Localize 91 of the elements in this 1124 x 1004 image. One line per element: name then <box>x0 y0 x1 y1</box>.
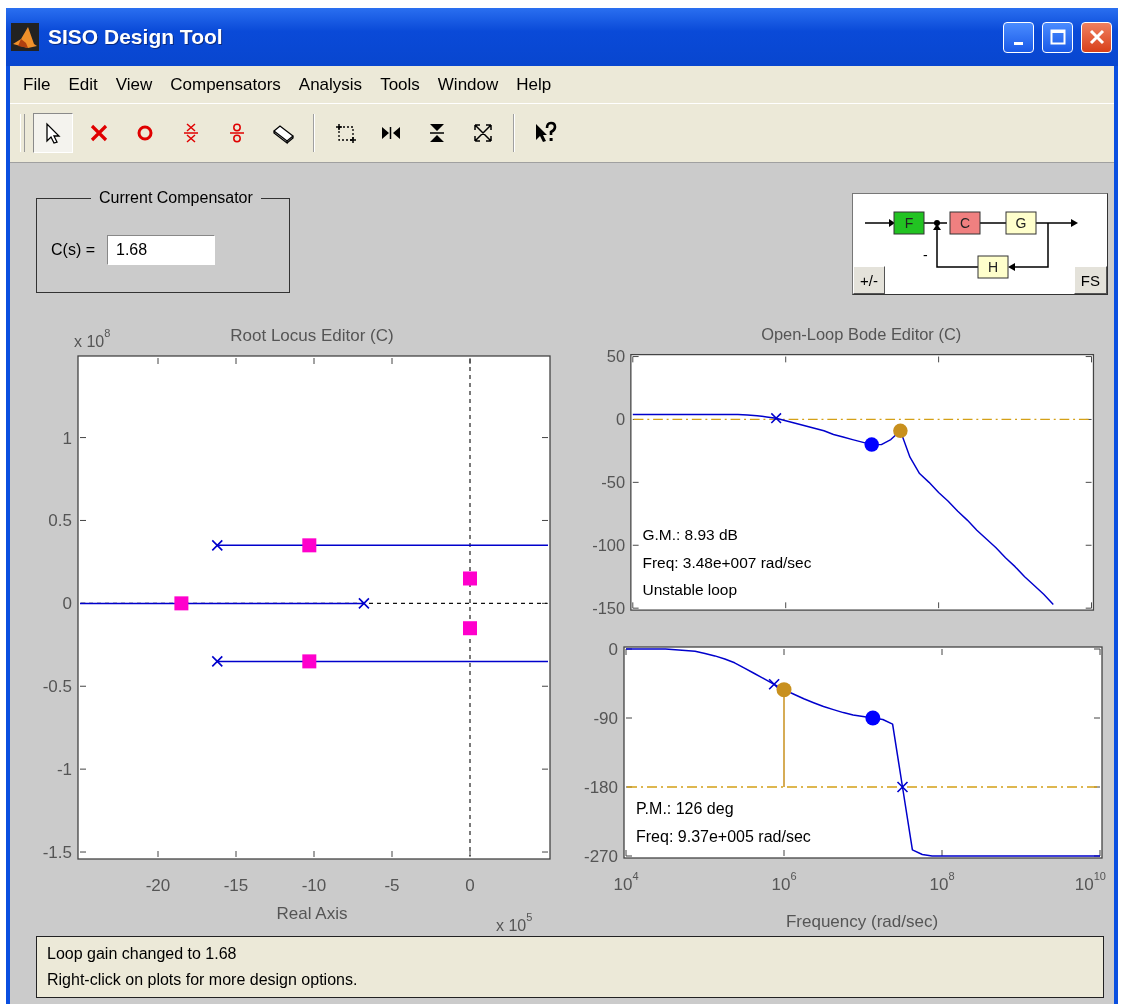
menu-item[interactable]: File <box>14 71 60 98</box>
help-pointer-icon <box>533 121 557 145</box>
menu-item[interactable]: View <box>106 71 162 98</box>
axis-tick-label: -20 <box>145 876 171 895</box>
cross-marker[interactable] <box>770 412 782 424</box>
fs-button[interactable]: FS <box>1073 266 1107 294</box>
menu-item[interactable]: Analysis <box>289 71 372 98</box>
signal-arrow <box>864 219 895 227</box>
cross-marker[interactable] <box>768 678 780 691</box>
square-marker[interactable] <box>463 621 477 636</box>
axis-tick-label: 0 <box>608 640 618 659</box>
menu-item[interactable]: Tools <box>371 71 429 98</box>
margin-text: G.M.: 8.93 dB <box>642 526 738 544</box>
dot-marker[interactable] <box>865 710 881 726</box>
locus-line[interactable] <box>216 544 549 547</box>
menu-item[interactable]: Edit <box>59 71 107 98</box>
axis-tick-label: 10$^{6}$ <box>771 870 797 894</box>
menu-item[interactable]: Help <box>507 71 561 98</box>
axis-tick-label: 1 <box>62 428 72 448</box>
axis-tick-label: 10$^{8}$ <box>929 870 955 894</box>
cross-marker[interactable] <box>211 655 224 668</box>
plot-title: Open-Loop Bode Editor (C) <box>761 325 962 344</box>
field-label: C(s) = <box>51 240 95 259</box>
app-icon <box>10 22 40 52</box>
zoom-box-icon <box>333 121 357 145</box>
stem-marker[interactable] <box>776 682 792 788</box>
window-title: SISO Design Tool <box>48 25 224 49</box>
magnitude-curve[interactable] <box>632 413 1054 606</box>
axis-tick-label: -100 <box>592 536 626 555</box>
axis-tick-label: 10$^{10}$ <box>1074 870 1106 894</box>
locus-line[interactable] <box>216 660 549 663</box>
plot-area[interactable] <box>630 354 1095 611</box>
minimize-button[interactable] <box>1003 21 1034 53</box>
expand-arrows-icon <box>471 121 495 145</box>
close-button[interactable] <box>1081 21 1112 53</box>
signal-arrow <box>1035 219 1078 227</box>
axis-tick-label: 0 <box>615 410 626 429</box>
block[interactable]: F <box>893 211 925 235</box>
group-title: Current Compensator <box>98 189 254 207</box>
block[interactable]: C <box>949 211 981 235</box>
block[interactable]: H <box>977 255 1009 279</box>
summing-junction <box>934 220 940 226</box>
axis-label: Real Axis <box>276 904 348 923</box>
axis-tick-label: -150 <box>592 598 626 617</box>
square-marker[interactable] <box>302 538 317 553</box>
menu-item[interactable]: Window <box>428 71 508 98</box>
margin-text: Freq: 3.48e+007 rad/sec <box>642 553 812 571</box>
plot-title: Root Locus Editor (C) <box>230 326 394 345</box>
minimize-icon <box>1014 41 1023 45</box>
square-marker[interactable] <box>174 596 189 611</box>
status-message: Loop gain changed to 1.68 <box>47 944 238 964</box>
dot-marker[interactable] <box>864 437 879 452</box>
axis-tick-label: -1.5 <box>42 843 72 863</box>
axis-tick-label: -180 <box>583 778 618 797</box>
square-marker[interactable] <box>463 571 477 586</box>
sign-toggle-button[interactable]: +/- <box>853 266 885 294</box>
axis-multiplier: x 10$^{5}$ <box>496 911 533 934</box>
axis-tick-label: -50 <box>601 473 626 492</box>
axis-tick-label: -0.5 <box>42 677 72 697</box>
cross-marker[interactable] <box>896 781 909 793</box>
cross-marker[interactable] <box>211 539 224 552</box>
plot-area[interactable] <box>77 355 551 860</box>
margin-text: Freq: 9.37e+005 rad/sec <box>636 828 811 845</box>
axis-tick-label: -270 <box>583 847 618 866</box>
status-message: Right-click on plots for more design options. <box>47 970 359 990</box>
gain-field[interactable]: 1.68 <box>107 234 215 265</box>
axis-tick-label: 0 <box>465 876 475 895</box>
axis-tick-label: -15 <box>223 876 249 895</box>
sign-label: - <box>923 247 928 263</box>
axis-tick-label: -1 <box>56 760 72 780</box>
toolbar-button[interactable] <box>33 113 73 153</box>
block[interactable]: G <box>1005 211 1037 235</box>
close-icon <box>1088 29 1105 45</box>
cross-marker[interactable] <box>358 597 370 610</box>
axis-tick-label: 0 <box>62 594 72 614</box>
menu-item[interactable]: Compensators <box>161 71 290 98</box>
axis-tick-label: -10 <box>301 876 327 895</box>
locus-line[interactable] <box>79 602 365 605</box>
axis-tick-label: -5 <box>384 876 400 895</box>
margin-text: Unstable loop <box>642 580 738 598</box>
margin-text: P.M.: 126 deg <box>636 800 734 817</box>
dot-marker[interactable] <box>893 423 908 439</box>
axis-tick-label: 10$^{4}$ <box>613 870 639 894</box>
square-marker[interactable] <box>302 654 317 669</box>
axis-tick-label: 50 <box>606 347 626 366</box>
maximize-icon <box>1049 29 1066 45</box>
maximize-button[interactable] <box>1042 21 1073 53</box>
axis-multiplier: x 10$^{8}$ <box>74 327 111 350</box>
axis-label: Frequency (rad/sec) <box>785 912 939 931</box>
axis-tick-label: 0.5 <box>48 511 72 531</box>
axis-tick-label: -90 <box>593 709 618 728</box>
